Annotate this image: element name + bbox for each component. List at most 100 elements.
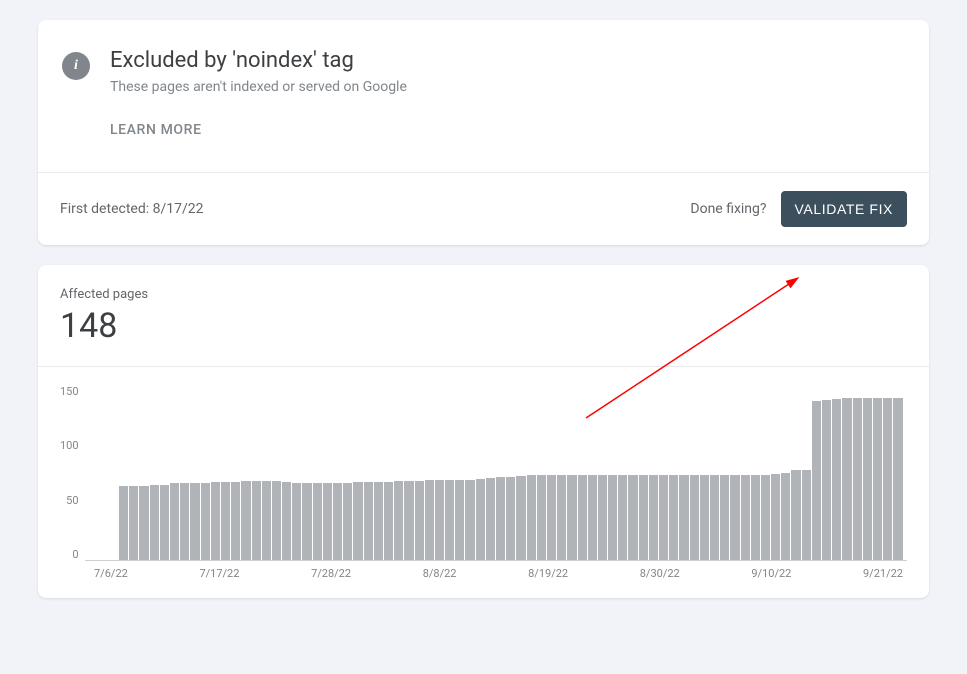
done-fixing-label: Done fixing? bbox=[690, 201, 766, 217]
chart-bar bbox=[598, 475, 607, 560]
chart-bar bbox=[741, 475, 750, 560]
chart-bar bbox=[231, 482, 240, 560]
chart-bar bbox=[649, 475, 658, 560]
chart-bar bbox=[150, 485, 159, 560]
validate-fix-button[interactable]: VALIDATE FIX bbox=[781, 191, 907, 227]
header-bottom: First detected: 8/17/22 Done fixing? VAL… bbox=[38, 172, 929, 245]
chart-bar bbox=[119, 486, 128, 560]
chart-bar bbox=[781, 473, 790, 561]
x-tick: 9/10/22 bbox=[751, 567, 791, 580]
chart-bar bbox=[292, 483, 301, 560]
chart-bar bbox=[791, 470, 800, 560]
chart-bar bbox=[751, 475, 760, 560]
chart-bar bbox=[374, 482, 383, 560]
chart-bar bbox=[873, 398, 882, 560]
chart-bar bbox=[588, 475, 597, 560]
chart-bar bbox=[404, 481, 413, 560]
x-tick: 7/17/22 bbox=[199, 567, 239, 580]
chart-bar bbox=[893, 398, 902, 560]
chart-bar bbox=[669, 475, 678, 560]
chart-bar bbox=[221, 482, 230, 560]
y-tick: 50 bbox=[60, 494, 79, 507]
chart-bar bbox=[384, 482, 393, 560]
chart-bar bbox=[537, 475, 546, 560]
chart-bar bbox=[639, 475, 648, 560]
chart-bar bbox=[272, 481, 281, 560]
x-tick: 8/19/22 bbox=[528, 567, 568, 580]
chart-bar bbox=[180, 483, 189, 560]
chart-bar bbox=[353, 482, 362, 560]
chart-plot-wrap: 150 100 50 0 bbox=[60, 385, 907, 561]
chart-bar bbox=[211, 482, 220, 560]
chart-bar bbox=[812, 401, 821, 560]
chart-bar bbox=[394, 481, 403, 560]
chart-bar bbox=[282, 482, 291, 560]
chart-bar bbox=[608, 475, 617, 560]
fix-actions: Done fixing? VALIDATE FIX bbox=[690, 191, 907, 227]
chart-bar bbox=[201, 483, 210, 560]
y-tick: 150 bbox=[60, 385, 79, 398]
chart-divider bbox=[38, 366, 929, 367]
chart-bar bbox=[690, 475, 699, 560]
info-icon: i bbox=[62, 52, 90, 80]
chart-bar bbox=[527, 475, 536, 560]
chart-bar bbox=[832, 399, 841, 560]
chart-bar bbox=[252, 481, 261, 560]
chart-bar bbox=[333, 483, 342, 560]
chart-bar bbox=[710, 475, 719, 560]
chart-bar bbox=[415, 481, 424, 560]
y-tick: 100 bbox=[60, 439, 79, 452]
chart-bar bbox=[476, 479, 485, 560]
x-tick: 7/28/22 bbox=[311, 567, 351, 580]
learn-more-link[interactable]: LEARN MORE bbox=[110, 122, 202, 138]
header-top: i Excluded by 'noindex' tag These pages … bbox=[38, 20, 929, 172]
chart-bar bbox=[262, 481, 271, 560]
chart-bar bbox=[761, 475, 770, 560]
chart-x-axis: 7/6/22 7/17/22 7/28/22 8/8/22 8/19/22 8/30/22… bbox=[60, 567, 907, 580]
chart-bar bbox=[578, 475, 587, 560]
chart-bar bbox=[496, 477, 505, 560]
x-tick: 9/21/22 bbox=[863, 567, 903, 580]
chart-bar bbox=[802, 470, 811, 560]
chart-bar bbox=[455, 480, 464, 560]
chart-bar bbox=[618, 475, 627, 560]
x-tick: 7/6/22 bbox=[94, 567, 128, 580]
affected-pages-count: 148 bbox=[60, 306, 907, 346]
chart-bar bbox=[720, 475, 729, 560]
header-text: Excluded by 'noindex' tag These pages ar… bbox=[110, 48, 407, 160]
chart-bar bbox=[313, 483, 322, 560]
chart-bar bbox=[170, 483, 179, 560]
chart-bar bbox=[822, 400, 831, 560]
chart-bar bbox=[323, 483, 332, 560]
chart-bar bbox=[516, 476, 525, 560]
x-tick: 8/30/22 bbox=[640, 567, 680, 580]
chart-bar bbox=[160, 485, 169, 560]
chart-bar bbox=[445, 480, 454, 560]
affected-pages-label: Affected pages bbox=[60, 287, 907, 302]
chart-bar bbox=[465, 480, 474, 560]
chart-y-axis: 150 100 50 0 bbox=[60, 385, 85, 561]
chart-bars bbox=[85, 385, 907, 560]
chart-bar bbox=[139, 486, 148, 560]
chart-bar bbox=[700, 475, 709, 560]
chart-bar bbox=[129, 486, 138, 560]
y-tick: 0 bbox=[60, 548, 79, 561]
chart-bar bbox=[679, 475, 688, 560]
chart-bar bbox=[628, 475, 637, 560]
chart-bar bbox=[771, 474, 780, 560]
chart-bar bbox=[842, 398, 851, 560]
chart-bar bbox=[863, 398, 872, 560]
chart-bar bbox=[435, 480, 444, 560]
chart-bar bbox=[506, 477, 515, 560]
chart-bar bbox=[364, 482, 373, 560]
chart-bar bbox=[547, 475, 556, 560]
chart-bar bbox=[567, 475, 576, 560]
chart-bar bbox=[190, 483, 199, 560]
chart-bar bbox=[557, 475, 566, 560]
issue-header-card: i Excluded by 'noindex' tag These pages … bbox=[38, 20, 929, 245]
chart-bar bbox=[883, 398, 892, 560]
chart-bar bbox=[659, 475, 668, 560]
issue-subtitle: These pages aren't indexed or served on … bbox=[110, 79, 407, 95]
x-tick: 8/8/22 bbox=[423, 567, 457, 580]
chart-plot[interactable] bbox=[85, 385, 907, 561]
